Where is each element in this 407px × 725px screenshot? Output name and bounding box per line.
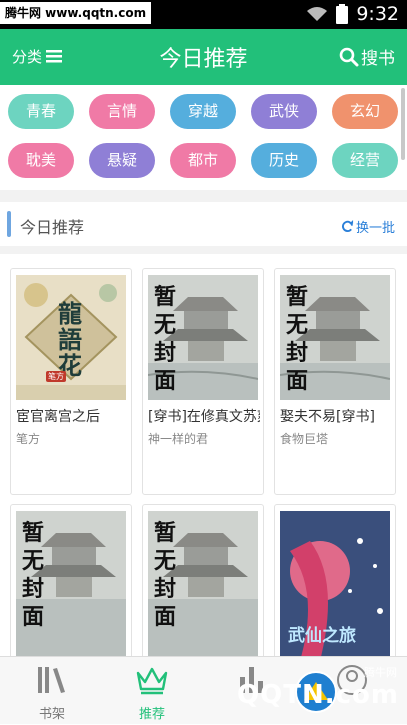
book-cover: 龍 語 花 笔方 <box>16 275 126 400</box>
cover-title: 武仙之旅 <box>288 626 356 646</box>
battery-icon <box>336 4 349 24</box>
book-cover: 暂 无 封 面 <box>148 275 258 400</box>
tag-yanqing[interactable]: 言情 <box>89 94 155 129</box>
tag-danmei[interactable]: 耽美 <box>8 143 74 178</box>
book-card[interactable]: 武仙之旅 <box>274 504 396 656</box>
cover-char: 面 <box>154 604 177 630</box>
cover-char: 暂 <box>286 284 309 310</box>
category-tags: 青春 言情 穿越 武侠 玄幻 耽美 悬疑 都市 历史 经营 <box>0 85 407 190</box>
cover-title-char: 龍 <box>58 299 82 328</box>
cover-char: 暂 <box>154 520 177 546</box>
tag-lishi[interactable]: 历史 <box>251 143 317 178</box>
book-cover: 武仙之旅 <box>280 511 390 656</box>
book-cover: 暂 无 封 面 <box>148 511 258 656</box>
nav-label: 书架 <box>38 707 65 722</box>
book-card[interactable]: 龍 語 花 笔方 宦官离宫之后 笔方 <box>10 268 132 495</box>
book-card[interactable]: 暂 无 封 面 娶夫不易[穿书] 食物巨塔 <box>274 268 396 495</box>
cover-seal: 笔方 <box>46 371 66 382</box>
cover-char: 封 <box>22 576 45 602</box>
book-card[interactable]: 暂 无 封 面 <box>10 504 132 656</box>
status-icons: 9:32 <box>306 3 399 25</box>
book-card[interactable]: 暂 无 封 面 [穿书]在修真文苏爽一生 神一样的君 <box>142 268 264 495</box>
search-icon <box>339 47 359 66</box>
scrollbar[interactable] <box>401 88 405 160</box>
cover-char: 无 <box>154 312 177 338</box>
cover-char: 封 <box>286 340 309 366</box>
cover-char: 暂 <box>22 520 45 546</box>
tag-qingchun[interactable]: 青春 <box>8 94 74 129</box>
book-grid: 龍 語 花 笔方 宦官离宫之后 笔方 暂 无 封 面 [穿书]在修真文苏 神一样… <box>0 254 407 656</box>
refresh-label: 换一批 <box>355 221 395 236</box>
status-time: 9:32 <box>356 3 399 25</box>
cover-char: 封 <box>154 340 177 366</box>
book-cover: 暂 无 封 面 <box>280 275 390 400</box>
cover-char: 无 <box>22 548 45 574</box>
cover-placeholder-text: 暂 无 封 面 <box>286 283 308 395</box>
search-button[interactable]: 搜书 <box>339 44 395 69</box>
watermark-bottom: 腾牛网 QQTN.com <box>232 660 407 724</box>
refresh-icon <box>342 220 354 232</box>
watermark-small: 腾牛网 <box>364 666 397 679</box>
cover-placeholder-text: 暂 无 封 面 <box>22 519 44 631</box>
cover-char: 面 <box>154 368 177 394</box>
cover-char: 无 <box>154 548 177 574</box>
cover-char: 无 <box>286 312 309 338</box>
cover-placeholder-text: 暂 无 封 面 <box>154 519 176 631</box>
crown-icon <box>136 667 168 695</box>
watermark-top: 腾牛网 www.qqtn.com <box>0 2 152 24</box>
cover-char: 面 <box>286 368 309 394</box>
app-header: 分类 今日推荐 搜书 <box>0 29 407 85</box>
book-title: [穿书]在修真文苏爽一生 <box>148 409 260 425</box>
section-title: 今日推荐 <box>20 218 85 237</box>
refresh-button[interactable]: 换一批 <box>341 217 395 236</box>
search-label: 搜书 <box>361 49 395 69</box>
tag-chuanyue[interactable]: 穿越 <box>170 94 236 129</box>
section-header: 今日推荐 换一批 <box>0 202 407 246</box>
book-author: 食物巨塔 <box>280 432 329 446</box>
cover-char: 封 <box>154 576 177 602</box>
nav-bookshelf[interactable]: 书架 <box>2 657 102 725</box>
cover-placeholder-text: 暂 无 封 面 <box>154 283 176 395</box>
watermark-text: QQTN.com <box>237 680 399 710</box>
cover-char: 面 <box>22 604 45 630</box>
wifi-icon <box>307 7 328 21</box>
divider <box>0 246 407 254</box>
book-author: 神一样的君 <box>148 432 209 446</box>
divider <box>0 190 407 202</box>
cover-char: 暂 <box>154 284 177 310</box>
section-accent-bar <box>7 211 11 237</box>
tag-xuanyi[interactable]: 悬疑 <box>89 143 155 178</box>
book-card[interactable]: 暂 无 封 面 <box>142 504 264 656</box>
tag-dushi[interactable]: 都市 <box>170 143 236 178</box>
book-title: 娶夫不易[穿书] <box>280 409 375 425</box>
bookshelf-icon <box>38 667 65 693</box>
cover-title-char: 語 <box>58 325 82 354</box>
book-title: 宦官离宫之后 <box>16 409 100 425</box>
tag-jingying[interactable]: 经营 <box>332 143 398 178</box>
status-bar: 腾牛网 www.qqtn.com 9:32 <box>0 0 407 29</box>
nav-label: 推荐 <box>138 707 165 722</box>
book-cover: 暂 无 封 面 <box>16 511 126 656</box>
nav-recommend[interactable]: 推荐 <box>102 657 202 725</box>
tag-wuxia[interactable]: 武侠 <box>251 94 317 129</box>
book-author: 笔方 <box>16 432 41 446</box>
tag-xuanhuan[interactable]: 玄幻 <box>332 94 398 129</box>
